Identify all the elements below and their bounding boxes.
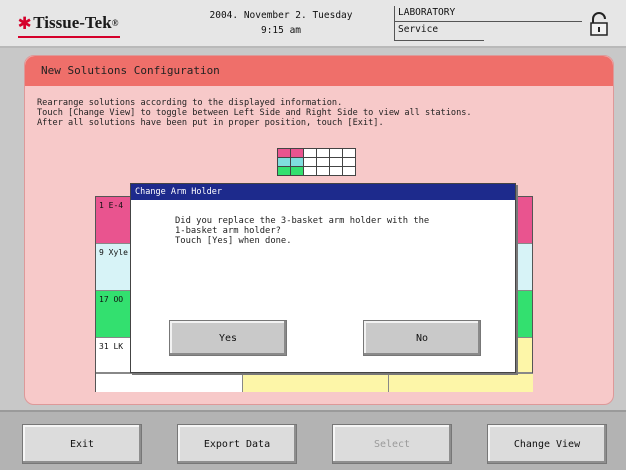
map-cell: [343, 167, 355, 175]
station-cell-right[interactable]: [518, 338, 532, 373]
map-cell: [330, 158, 342, 166]
mode-text: Service: [398, 24, 439, 35]
lab-divider: [394, 6, 395, 40]
map-cell: [291, 158, 303, 166]
map-cell: [343, 149, 355, 157]
map-cell: [304, 167, 316, 175]
header-bar: ✱ Tissue-Tek ® 2004. November 2. Tuesday …: [0, 0, 626, 48]
bottom-toolbar: Exit Export Data Select Change View: [0, 410, 626, 470]
station-cell-bottom[interactable]: [96, 373, 242, 392]
yes-button[interactable]: Yes: [169, 320, 287, 356]
station-cell-bottom[interactable]: [242, 373, 388, 392]
instructions-text: Rearrange solutions according to the dis…: [37, 98, 472, 128]
dialog-message: Did you replace the 3-basket arm holder …: [175, 216, 430, 246]
export-data-button[interactable]: Export Data: [177, 424, 297, 464]
map-cell: [304, 158, 316, 166]
brand-mark: ®: [111, 18, 119, 28]
change-view-button[interactable]: Change View: [487, 424, 607, 464]
location-info: LABORATORY Service: [398, 6, 455, 37]
map-cell: [317, 158, 329, 166]
exit-button[interactable]: Exit: [22, 424, 142, 464]
map-cell: [278, 158, 290, 166]
logo-underline: [18, 36, 120, 38]
map-cell: [278, 167, 290, 175]
no-button[interactable]: No: [363, 320, 481, 356]
brand-logo: ✱ Tissue-Tek ®: [18, 12, 118, 34]
lab-line-bottom: [394, 40, 484, 41]
map-cell: [291, 167, 303, 175]
asterisk-logo-icon: ✱: [18, 10, 32, 35]
dialog-title: Change Arm Holder: [131, 184, 515, 200]
station-label: 31 LK: [99, 342, 124, 351]
station-cell-right[interactable]: [518, 244, 532, 291]
map-cell: [317, 149, 329, 157]
location-text: LABORATORY: [398, 7, 456, 18]
station-cell-bottom[interactable]: [388, 373, 533, 392]
lock-icon[interactable]: [588, 12, 610, 36]
station-label: 9 Xyle: [99, 248, 128, 257]
station-label: 1 E-4: [99, 201, 124, 210]
map-cell: [343, 158, 355, 166]
map-cell: [278, 149, 290, 157]
station-label: 17 OO: [99, 295, 124, 304]
map-cell: [291, 149, 303, 157]
map-cell: [317, 167, 329, 175]
map-cell: [330, 149, 342, 157]
time-text: 9:15 am: [260, 25, 302, 36]
date-text: 2004. November 2. Tuesday: [209, 10, 353, 21]
map-cell: [304, 149, 316, 157]
select-button[interactable]: Select: [332, 424, 452, 464]
panel-title: New Solutions Configuration: [25, 56, 613, 86]
datetime-display: 2004. November 2. Tuesday 9:15 am: [196, 8, 366, 38]
brand-name: Tissue-Tek: [33, 13, 112, 32]
change-arm-holder-dialog: Change Arm Holder Did you replace the 3-…: [130, 183, 516, 373]
station-cell-right[interactable]: [518, 291, 532, 338]
station-cell-right[interactable]: [518, 197, 532, 244]
station-overview-map[interactable]: [277, 148, 356, 176]
map-cell: [330, 167, 342, 175]
